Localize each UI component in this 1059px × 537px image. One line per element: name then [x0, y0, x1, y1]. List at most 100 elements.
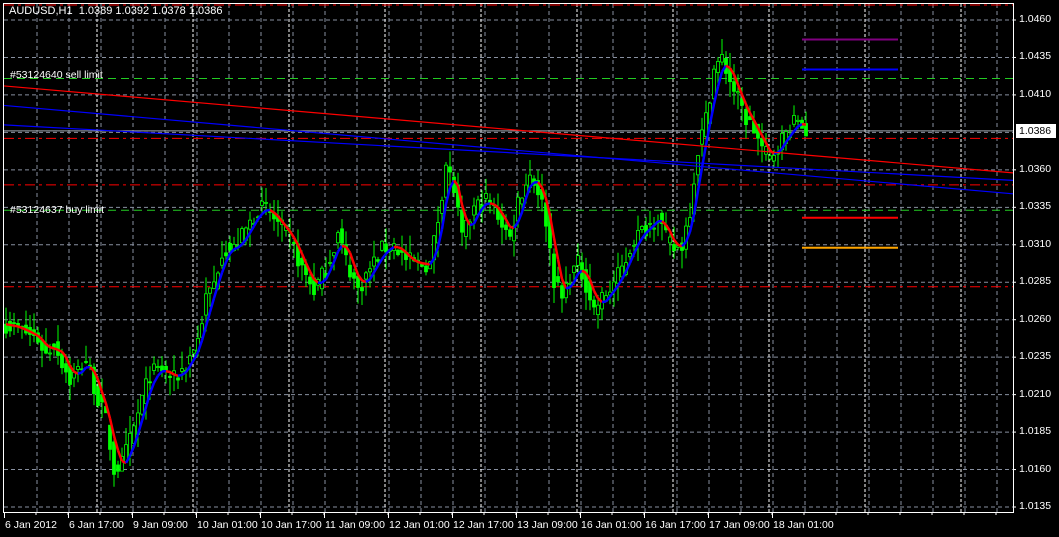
candle-body [424, 265, 428, 273]
candle-body [640, 226, 644, 230]
candle-body [328, 262, 332, 264]
moving-average-segment [57, 348, 63, 353]
moving-average-segment [601, 300, 607, 304]
moving-average-segment [489, 202, 495, 206]
moving-average-segment [700, 144, 708, 168]
price-tick-label: 1.0310 [1019, 237, 1052, 250]
candle-body [460, 209, 464, 233]
candle-body [596, 304, 600, 316]
candle-body [768, 155, 772, 160]
candle-body [616, 267, 620, 284]
candle-body [260, 200, 264, 206]
moving-average-segment [485, 202, 491, 206]
moving-average-segment [409, 255, 415, 261]
candle-body [152, 363, 156, 371]
candle-body [632, 244, 636, 247]
moving-average-segment [9, 323, 15, 327]
candle-body [552, 253, 556, 288]
candle-body [560, 285, 564, 299]
candle-body [592, 299, 596, 308]
candle-body [112, 441, 116, 475]
buy-limit-order-label[interactable]: #53124637 buy limit [10, 204, 104, 216]
candle-body [320, 267, 324, 290]
moving-average-segment [777, 147, 783, 154]
candle-body [348, 264, 352, 278]
candle-body [668, 236, 672, 244]
candle-body [744, 108, 748, 126]
moving-average-segment [81, 366, 87, 374]
moving-average-segment [653, 220, 659, 227]
chart-title: AUDUSD,H1 1.0389 1.0392 1.0378 1.0386 [9, 5, 223, 17]
moving-average-segment [257, 213, 263, 221]
moving-average-segment [592, 290, 600, 299]
moving-average-segment [181, 371, 187, 377]
moving-average-segment [417, 260, 423, 265]
candle-body [176, 377, 180, 381]
time-tick-label: 10 Jan 17:00 [261, 519, 322, 531]
moving-average-segment [556, 258, 564, 280]
price-tick-label: 1.0435 [1019, 50, 1052, 63]
chart-window[interactable]: AUDUSD,H1 1.0389 1.0392 1.0378 1.0386 #5… [0, 0, 1059, 537]
time-tick-label: 6 Jan 2012 [5, 519, 57, 531]
candle-body [148, 381, 152, 384]
moving-average-segment [233, 246, 239, 251]
moving-average-segment [348, 252, 356, 265]
time-tick-label: 10 Jan 01:00 [197, 519, 258, 531]
symbol-label: AUDUSD,H1 [9, 5, 73, 17]
price-tick-label: 1.0160 [1019, 462, 1052, 475]
moving-average-segment [428, 257, 436, 265]
candle-body [264, 202, 268, 204]
time-tick-label: 12 Jan 17:00 [453, 519, 514, 531]
time-tick-label: 11 Jan 09:00 [325, 519, 385, 531]
moving-average-segment [361, 279, 367, 284]
price-tick-label: 1.0285 [1019, 275, 1052, 288]
candle-body [504, 224, 508, 230]
candle-body [48, 352, 52, 355]
candle-body [772, 155, 776, 162]
moving-average-segment [77, 371, 83, 375]
candle-body [228, 242, 232, 251]
price-tick-label: 1.0260 [1019, 312, 1052, 325]
high-value: 1.0392 [115, 5, 150, 17]
price-chart[interactable] [0, 0, 1059, 537]
moving-average-segment [173, 373, 179, 377]
price-tick-label: 1.0185 [1019, 425, 1052, 438]
price-tick-label: 1.0135 [1019, 500, 1052, 512]
candle-body [332, 252, 336, 257]
moving-average-segment [5, 322, 11, 327]
candle-body [180, 368, 184, 372]
price-tick-label: 1.0235 [1019, 350, 1052, 363]
candle-body [364, 272, 368, 280]
candle-body [164, 365, 168, 371]
candle-body [628, 253, 632, 258]
moving-average-segment [152, 375, 160, 384]
candle-body [484, 193, 488, 199]
candle-body [12, 322, 16, 325]
red-trendline [3, 85, 1014, 174]
time-tick-label: 13 Jan 09:00 [517, 519, 578, 531]
candle-body [444, 164, 448, 198]
moving-average-segment [341, 244, 347, 248]
moving-average-segment [472, 215, 480, 225]
candle-body [224, 252, 228, 257]
moving-average-segment [148, 382, 156, 394]
candle-body [520, 197, 524, 205]
candle-body [140, 394, 144, 415]
time-tick-label: 16 Jan 17:00 [645, 519, 706, 531]
candle-body [720, 54, 724, 63]
moving-average-segment [288, 230, 296, 239]
price-tick-label: 1.0335 [1019, 200, 1052, 213]
candle-body [796, 119, 800, 122]
candle-body [464, 219, 468, 237]
moving-average-segment [716, 71, 724, 88]
candle-body [96, 386, 100, 406]
moving-average-segment [421, 261, 427, 266]
candle-body [732, 81, 736, 92]
moving-average-segment [512, 221, 520, 229]
candle-body [116, 464, 120, 472]
moving-average-segment [397, 246, 403, 251]
sell-limit-order-label[interactable]: #53124640 sell limit [10, 69, 103, 81]
candle-body [168, 375, 172, 378]
moving-average-segment [21, 326, 27, 331]
moving-average-segment [281, 220, 287, 228]
